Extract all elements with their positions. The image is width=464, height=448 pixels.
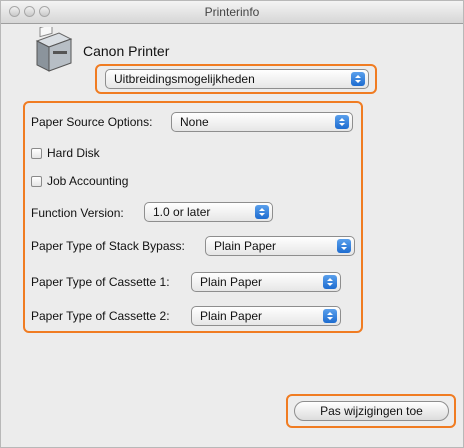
paper-source-label: Paper Source Options:: [31, 115, 153, 129]
cassette2-value: Plain Paper: [200, 309, 263, 323]
cassette2-popup[interactable]: Plain Paper: [191, 306, 341, 326]
cassette1-popup[interactable]: Plain Paper: [191, 272, 341, 292]
panel-selector-value: Uitbreidingsmogelijkheden: [114, 72, 255, 86]
title-bar: Printerinfo: [1, 1, 463, 24]
panel-selector-popup[interactable]: Uitbreidingsmogelijkheden: [105, 69, 369, 89]
window-title: Printerinfo: [204, 5, 260, 19]
cassette2-label: Paper Type of Cassette 2:: [31, 309, 170, 323]
popup-arrows-icon: [337, 239, 351, 253]
stack-bypass-value: Plain Paper: [214, 239, 277, 253]
hard-disk-checkbox[interactable]: [31, 148, 42, 159]
job-accounting-checkbox[interactable]: [31, 176, 42, 187]
paper-source-popup[interactable]: None: [171, 112, 353, 132]
popup-arrows-icon: [255, 205, 269, 219]
function-version-label: Function Version:: [31, 206, 124, 220]
popup-arrows-icon: [335, 115, 349, 129]
apply-changes-button[interactable]: Pas wijzigingen toe: [294, 401, 449, 421]
cassette1-label: Paper Type of Cassette 1:: [31, 275, 170, 289]
popup-arrows-icon: [323, 309, 337, 323]
paper-source-value: None: [180, 115, 209, 129]
function-version-value: 1.0 or later: [153, 205, 211, 219]
hard-disk-label[interactable]: Hard Disk: [47, 146, 100, 160]
popup-arrows-icon: [351, 72, 365, 86]
printerinfo-window: Printerinfo Canon Printer Uitbreidingsmo…: [0, 0, 464, 448]
stack-bypass-popup[interactable]: Plain Paper: [205, 236, 355, 256]
job-accounting-label[interactable]: Job Accounting: [47, 174, 128, 188]
cassette1-value: Plain Paper: [200, 275, 263, 289]
popup-arrows-icon: [323, 275, 337, 289]
printer-name: Canon Printer: [83, 43, 170, 59]
printer-icon: [35, 27, 73, 72]
function-version-popup[interactable]: 1.0 or later: [144, 202, 273, 222]
stack-bypass-label: Paper Type of Stack Bypass:: [31, 239, 185, 253]
